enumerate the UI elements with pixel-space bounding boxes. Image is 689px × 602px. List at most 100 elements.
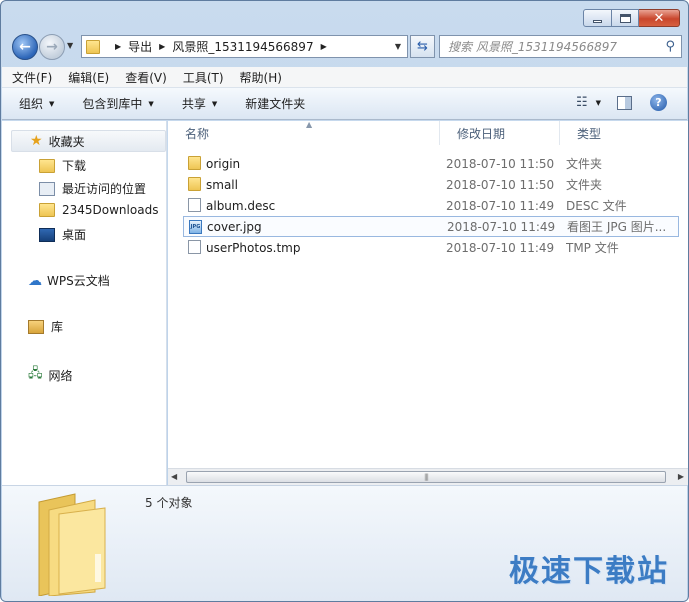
file-row-selected[interactable]: JPG cover.jpg 2018-07-10 11:49 看图王 JPG 图… (183, 216, 679, 237)
chevron-down-icon: ▼ (211, 99, 218, 108)
menu-file[interactable]: 文件(F) (12, 69, 52, 86)
nav-downloads-label: 下载 (62, 159, 87, 173)
maximize-button[interactable] (612, 9, 639, 27)
include-in-library-label: 包含到库中 (82, 97, 143, 111)
address-dropdown-icon[interactable]: ▼ (395, 42, 401, 51)
scroll-right-icon[interactable]: ▶ (678, 472, 684, 481)
column-header-name-label: 名称 (185, 126, 210, 141)
include-in-library-button[interactable]: 包含到库中 ▼ (82, 95, 153, 112)
file-icon (188, 240, 201, 254)
back-button[interactable]: ← (12, 34, 38, 60)
refresh-icon: ⇆ (417, 39, 428, 54)
search-icon[interactable]: ⚲ (665, 39, 675, 54)
column-header-type[interactable]: 类型 (560, 121, 688, 145)
folder-icon (188, 156, 201, 170)
file-name: small (206, 177, 238, 192)
nav-2345downloads-label: 2345Downloads (62, 203, 159, 217)
watermark-logo: 极速下载站 (509, 554, 669, 589)
recent-places-icon (39, 181, 55, 196)
breadcrumb-separator-icon[interactable]: ▶ (321, 42, 327, 51)
grip-icon: ||| (423, 473, 429, 481)
caption-buttons: ✕ (583, 9, 680, 27)
arrow-left-icon: ← (19, 39, 31, 55)
share-label: 共享 (181, 97, 206, 111)
explorer-window: ✕ ← → ▼ ▶ 导出 ▶ 风景照_1531194566897 ▶ ▼ ⇆ 搜… (0, 0, 689, 602)
breadcrumb-item[interactable]: 导出 (128, 38, 152, 55)
arrow-right-icon: → (46, 39, 58, 55)
column-header-date[interactable]: 修改日期 (440, 121, 560, 145)
file-date: 2018-07-10 11:49 (446, 240, 555, 255)
help-icon[interactable]: ? (650, 94, 667, 111)
chevron-down-icon: ▼ (148, 99, 154, 108)
breadcrumb-separator-icon[interactable]: ▶ (115, 42, 121, 51)
organize-button[interactable]: 组织 ▼ (19, 95, 54, 112)
downloads-folder-icon (39, 158, 55, 173)
breadcrumb-item[interactable]: 风景照_1531194566897 (172, 38, 313, 55)
scroll-left-icon[interactable]: ◀ (171, 472, 177, 481)
column-header-type-label: 类型 (577, 126, 602, 141)
large-folder-icon (38, 493, 106, 596)
breadcrumb-separator-icon[interactable]: ▶ (159, 42, 165, 51)
file-row[interactable]: userPhotos.tmp 2018-07-10 11:49 TMP 文件 (183, 237, 679, 258)
nav-libraries[interactable]: 库 (28, 318, 63, 335)
navigation-pane: ★ 收藏夹 下载 最近访问的位置 2345Downloads 桌面 ☁ WPS云… (2, 121, 167, 485)
nav-libraries-label: 库 (51, 320, 64, 334)
preview-pane-icon[interactable] (617, 95, 632, 110)
nav-wps-cloud[interactable]: ☁ WPS云文档 (28, 272, 110, 289)
file-type: 文件夹 (566, 178, 603, 192)
menu-bar: 文件(F) 编辑(E) 查看(V) 工具(T) 帮助(H) (2, 67, 687, 88)
file-name: album.desc (206, 198, 276, 213)
file-type: 看图王 JPG 图片... (567, 220, 667, 234)
nav-network[interactable]: 🖧 网络 (28, 364, 73, 386)
file-name: cover.jpg (207, 219, 262, 234)
menu-tools[interactable]: 工具(T) (183, 69, 224, 86)
close-button[interactable]: ✕ (639, 9, 680, 27)
desktop-icon (39, 227, 55, 242)
file-icon (188, 198, 201, 212)
nav-2345downloads[interactable]: 2345Downloads (39, 203, 158, 217)
nav-recent-places[interactable]: 最近访问的位置 (39, 180, 146, 197)
sort-ascending-icon: ▲ (306, 120, 313, 129)
horizontal-scrollbar[interactable]: ◀ ||| ▶ (168, 468, 688, 485)
minimize-button[interactable] (583, 9, 612, 27)
menu-help[interactable]: 帮助(H) (240, 69, 282, 86)
item-count: 5 个对象 (145, 496, 193, 510)
nav-favorites[interactable]: ★ 收藏夹 (11, 130, 166, 152)
nav-favorites-label: 收藏夹 (48, 134, 85, 149)
cloud-icon: ☁ (28, 272, 42, 289)
history-dropdown-icon[interactable]: ▼ (67, 41, 73, 50)
scrollbar-thumb[interactable]: ||| (186, 471, 666, 483)
refresh-button[interactable]: ⇆ (410, 35, 435, 58)
file-name: userPhotos.tmp (206, 240, 301, 255)
star-icon: ★ (30, 133, 43, 149)
chevron-down-icon: ▼ (49, 99, 55, 108)
minimize-icon (593, 19, 602, 23)
forward-button[interactable]: → (39, 34, 65, 60)
menu-edit[interactable]: 编辑(E) (68, 69, 109, 86)
new-folder-button[interactable]: 新建文件夹 (245, 95, 305, 112)
file-date: 2018-07-10 11:50 (446, 177, 555, 192)
nav-desktop-label: 桌面 (62, 228, 87, 242)
folder-icon (86, 39, 100, 54)
details-pane: 5 个对象 极速下载站 (2, 485, 687, 601)
file-list-pane: 名称 ▲ 修改日期 类型 origin 2018-07-10 11:50 文件夹… (168, 120, 688, 485)
column-header-name[interactable]: 名称 ▲ (168, 120, 440, 145)
file-row[interactable]: small 2018-07-10 11:50 文件夹 (183, 174, 679, 195)
chevron-down-icon[interactable]: ▼ (596, 99, 601, 107)
nav-downloads[interactable]: 下载 (39, 157, 86, 174)
address-bar[interactable]: ▶ 导出 ▶ 风景照_1531194566897 ▶ ▼ (81, 35, 408, 58)
command-bar: 组织 ▼ 包含到库中 ▼ 共享 ▼ 新建文件夹 ☷ ▼ ? (2, 88, 687, 120)
jpg-icon: JPG (189, 220, 202, 234)
organize-label: 组织 (19, 97, 44, 111)
share-button[interactable]: 共享 ▼ (182, 95, 217, 112)
menu-view[interactable]: 查看(V) (125, 69, 167, 86)
file-row[interactable]: origin 2018-07-10 11:50 文件夹 (183, 153, 679, 174)
nav-desktop[interactable]: 桌面 (39, 226, 86, 243)
views-icon[interactable]: ☷ (576, 95, 588, 110)
search-input[interactable]: 搜索 风景照_1531194566897 (448, 38, 617, 55)
file-type: DESC 文件 (566, 199, 627, 213)
search-box[interactable]: 搜索 风景照_1531194566897 ⚲ (439, 35, 682, 58)
file-name: origin (206, 156, 241, 171)
file-row[interactable]: album.desc 2018-07-10 11:49 DESC 文件 (183, 195, 679, 216)
column-header-date-label: 修改日期 (457, 126, 506, 141)
